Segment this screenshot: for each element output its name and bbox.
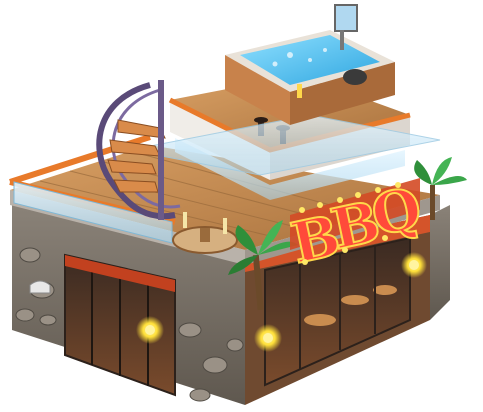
bbq-building-scene: B B Q — [9, 4, 467, 405]
